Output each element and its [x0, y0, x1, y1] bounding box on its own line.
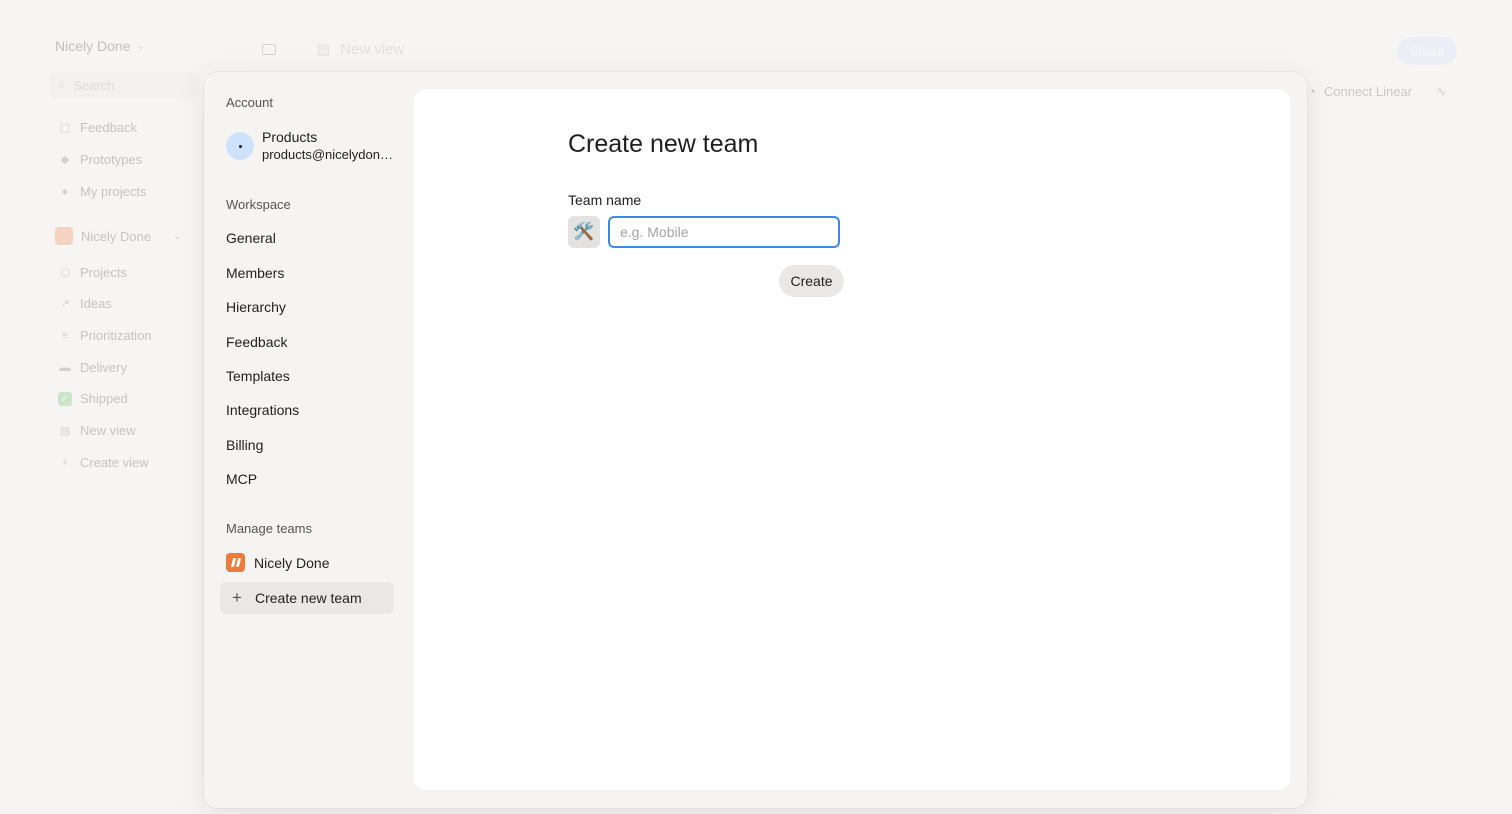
plus-icon: + — [232, 588, 242, 607]
feedback-icon: ▢ — [59, 122, 71, 134]
search-icon: ⌕ — [58, 77, 66, 92]
settings-item-members[interactable]: Members — [226, 265, 284, 281]
box-icon: ⬡ — [60, 267, 70, 279]
team-name: Nicely Done — [81, 228, 152, 244]
sidebar-item-label: Feedback — [80, 120, 138, 135]
background-sidebar: Nicely Done ⌄ ⌕ Search ▢ Feedback ◆ Prot… — [0, 0, 200, 814]
sidebar-item-my-projects[interactable]: ● My projects — [58, 184, 147, 199]
sidebar-item-shipped[interactable]: ✓ Shipped — [58, 391, 128, 406]
settings-item-feedback[interactable]: Feedback — [226, 334, 287, 350]
sidebar-item-label: Prioritization — [80, 328, 152, 343]
sliders-icon: ≡ — [61, 329, 69, 342]
settings-item-general[interactable]: General — [226, 230, 276, 246]
view-title-text: New view — [340, 40, 405, 58]
sidebar-item-label: My projects — [80, 184, 147, 199]
account-item[interactable]: Products products@nicelydone.club — [226, 128, 394, 164]
sidebar-toggle-icon[interactable] — [262, 43, 276, 55]
avatar — [226, 132, 254, 160]
sidebar-item-label: Create view — [80, 455, 149, 470]
settings-nav: Account Products products@nicelydone.clu… — [220, 72, 398, 808]
user-icon: ● — [61, 185, 69, 198]
team-item-label: Nicely Done — [254, 554, 330, 571]
calendar-icon: ▤ — [316, 41, 331, 58]
team-logo — [226, 553, 245, 572]
sidebar-item-create-view[interactable]: + Create view — [58, 455, 149, 470]
sidebar-item-new-view[interactable]: ▤ New view — [58, 423, 136, 438]
sidebar-item-label: Prototypes — [80, 152, 143, 167]
sidebar-item-delivery[interactable]: ▬ Delivery — [58, 360, 127, 375]
account-heading: Account — [226, 95, 273, 110]
settings-content: Create new team Team name 🛠️ Create — [414, 89, 1290, 790]
sidebar-item-prototypes[interactable]: ◆ Prototypes — [58, 152, 142, 167]
sidebar-item-label: Ideas — [80, 296, 112, 311]
sidebar-item-label: Projects — [80, 265, 127, 280]
create-new-team-label: Create new team — [255, 590, 362, 606]
team-emoji-picker[interactable]: 🛠️ — [568, 216, 600, 248]
connect-linear-label: Connect Linear — [1323, 84, 1413, 99]
chevron-down-icon: ⌄ — [173, 230, 182, 242]
calendar-icon: ▤ — [59, 425, 71, 437]
trend-icon: ↗ — [60, 298, 70, 310]
workspace-switcher[interactable]: Nicely Done ⌄ — [55, 38, 145, 54]
manage-teams-heading: Manage teams — [226, 521, 312, 536]
settings-item-hierarchy[interactable]: Hierarchy — [226, 299, 286, 315]
team-name-label: Team name — [568, 192, 642, 208]
sidebar-item-projects[interactable]: ⬡ Projects — [58, 265, 127, 280]
connect-linear-button[interactable]: ◔ Connect Linear — [1308, 84, 1412, 99]
settings-modal: Account Products products@nicelydone.clu… — [204, 72, 1307, 808]
page-title: Create new team — [568, 130, 759, 158]
check-icon: ✓ — [58, 391, 72, 406]
linear-icon: ◔ — [1308, 84, 1316, 99]
share-button[interactable]: Share — [1397, 37, 1457, 65]
workspace-name: Nicely Done — [55, 38, 131, 54]
truck-icon: ▬ — [59, 361, 71, 374]
sidebar-item-feedback[interactable]: ▢ Feedback — [58, 120, 137, 135]
background-header: ▤ New view — [262, 40, 404, 58]
workspace-heading: Workspace — [226, 197, 291, 212]
sidebar-item-label: New view — [80, 423, 136, 438]
plus-icon: + — [61, 456, 69, 469]
sidebar-team-header[interactable]: Nicely Done ⌄ — [55, 227, 181, 245]
settings-item-integrations[interactable]: Integrations — [226, 402, 299, 418]
activity-icon[interactable]: ∿ — [1436, 84, 1447, 100]
settings-item-mcp[interactable]: MCP — [226, 471, 257, 487]
chevron-down-icon: ⌄ — [136, 40, 145, 52]
sidebar-item-ideas[interactable]: ↗ Ideas — [58, 296, 112, 311]
team-logo — [55, 227, 73, 245]
settings-item-billing[interactable]: Billing — [226, 437, 263, 453]
sidebar-item-label: Shipped — [80, 391, 128, 406]
prototype-icon: ◆ — [60, 154, 70, 166]
search-placeholder: Search — [73, 77, 115, 93]
settings-item-templates[interactable]: Templates — [226, 368, 290, 384]
team-name-input[interactable] — [608, 216, 840, 248]
sidebar-item-label: Delivery — [80, 360, 127, 375]
search-input[interactable]: ⌕ Search — [50, 72, 200, 98]
create-button[interactable]: Create — [779, 265, 844, 297]
account-name: Products — [262, 129, 318, 145]
account-email: products@nicelydone.club — [262, 147, 394, 162]
team-item-nicely-done[interactable]: Nicely Done — [226, 553, 329, 572]
view-title: ▤ New view — [316, 40, 405, 59]
create-new-team-item[interactable]: + Create new team — [220, 582, 394, 614]
sidebar-item-prioritization[interactable]: ≡ Prioritization — [58, 328, 152, 343]
